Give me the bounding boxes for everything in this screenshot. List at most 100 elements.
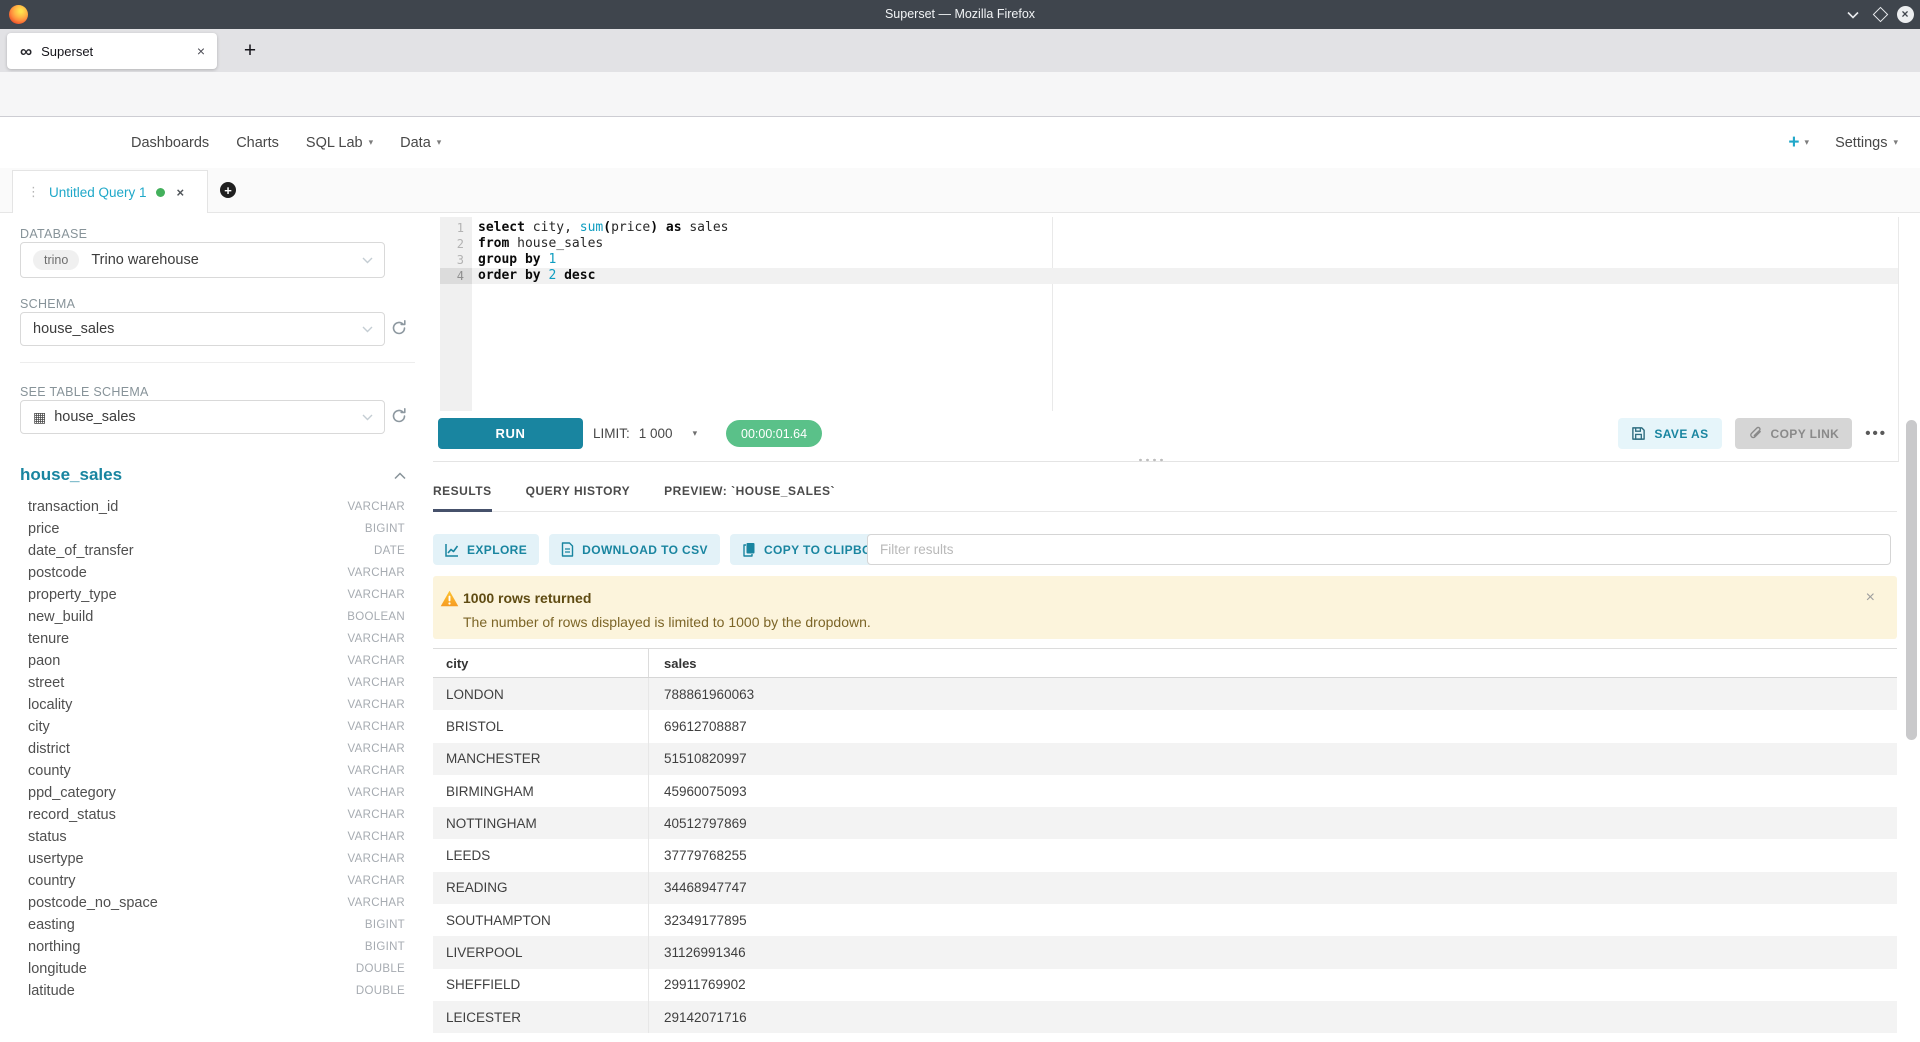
- query-tab-close-icon[interactable]: ×: [177, 185, 185, 200]
- column-header-city[interactable]: city: [433, 656, 648, 671]
- tab-query-history[interactable]: QUERY HISTORY: [526, 462, 631, 512]
- schema-column-row[interactable]: longitudeDOUBLE: [20, 958, 405, 980]
- page-scrollbar[interactable]: [1906, 420, 1917, 1035]
- tab-close-icon[interactable]: ×: [197, 43, 205, 59]
- schema-select[interactable]: house_sales: [20, 312, 385, 346]
- editor-line[interactable]: 4order by 2 desc: [440, 268, 1898, 284]
- copy-link-button[interactable]: COPY LINK: [1735, 418, 1853, 449]
- limit-dropdown[interactable]: LIMIT: 1 000 ▾: [593, 418, 697, 449]
- browser-tabbar: ∞ Superset × +: [0, 29, 1920, 72]
- schema-column-row[interactable]: countyVARCHAR: [20, 760, 405, 782]
- editor-lines: 1select city, sum(price) as sales2from h…: [440, 220, 1898, 284]
- run-button[interactable]: RUN: [438, 418, 583, 449]
- schema-column-row[interactable]: priceBIGINT: [20, 518, 405, 540]
- more-options-button[interactable]: •••: [1865, 425, 1887, 442]
- window-titlebar: Superset — Mozilla Firefox ×: [0, 0, 1920, 29]
- cell-sales: 29142071716: [648, 1001, 1897, 1033]
- column-type: VARCHAR: [348, 831, 405, 843]
- schema-column-row[interactable]: ppd_categoryVARCHAR: [20, 782, 405, 804]
- chevron-down-icon: [1847, 11, 1859, 19]
- table-schema-heading[interactable]: house_sales: [20, 465, 122, 485]
- schema-column-row[interactable]: districtVARCHAR: [20, 738, 405, 760]
- schema-column-row[interactable]: paonVARCHAR: [20, 650, 405, 672]
- new-tab-button[interactable]: +: [236, 37, 264, 65]
- schema-column-row[interactable]: postcodeVARCHAR: [20, 562, 405, 584]
- sql-editor[interactable]: 1select city, sum(price) as sales2from h…: [433, 217, 1899, 411]
- query-tab-title[interactable]: Untitled Query 1: [49, 185, 147, 200]
- window-close-button[interactable]: ×: [1893, 0, 1917, 29]
- schema-column-row[interactable]: latitudeDOUBLE: [20, 980, 405, 1002]
- column-name: easting: [28, 917, 75, 933]
- superset-navbar: Superset Dashboards Charts SQL Lab▾ Data…: [0, 117, 1920, 168]
- column-name: date_of_transfer: [28, 543, 134, 559]
- add-query-tab-button[interactable]: +: [220, 182, 236, 198]
- menu-dashboards[interactable]: Dashboards: [131, 135, 209, 151]
- schema-column-row[interactable]: property_typeVARCHAR: [20, 584, 405, 606]
- save-as-button[interactable]: SAVE AS: [1618, 418, 1721, 449]
- drag-handle-icon[interactable]: ⋮: [27, 184, 39, 200]
- cell-sales: 69612708887: [648, 710, 1897, 742]
- cell-city: BRISTOL: [433, 719, 648, 734]
- new-item-button[interactable]: +▾: [1788, 132, 1809, 154]
- column-type: DATE: [374, 545, 405, 557]
- menu-charts[interactable]: Charts: [236, 135, 279, 151]
- schema-column-row[interactable]: streetVARCHAR: [20, 672, 405, 694]
- table-select[interactable]: ▦ house_sales: [20, 400, 385, 434]
- limit-value: 1 000: [639, 426, 673, 441]
- schema-column-row[interactable]: localityVARCHAR: [20, 694, 405, 716]
- window-maximize-button[interactable]: [1868, 0, 1892, 29]
- result-row: LONDON788861960063: [433, 678, 1897, 710]
- schema-column-row[interactable]: tenureVARCHAR: [20, 628, 405, 650]
- column-name: district: [28, 741, 70, 757]
- window-minimize-button[interactable]: [1841, 0, 1865, 29]
- column-name: locality: [28, 697, 72, 713]
- cell-city: LIVERPOOL: [433, 945, 648, 960]
- schema-column-row[interactable]: transaction_idVARCHAR: [20, 496, 405, 518]
- collapse-table-button[interactable]: [394, 472, 406, 480]
- warning-close-icon[interactable]: ×: [1866, 590, 1875, 606]
- editor-toolbar: RUN LIMIT: 1 000 ▾ 00:00:01.64 SAVE AS C…: [433, 411, 1899, 462]
- menu-data[interactable]: Data▾: [400, 135, 441, 151]
- schema-column-row[interactable]: usertypeVARCHAR: [20, 848, 405, 870]
- schema-column-row[interactable]: statusVARCHAR: [20, 826, 405, 848]
- schema-column-row[interactable]: cityVARCHAR: [20, 716, 405, 738]
- refresh-tables-button[interactable]: [390, 407, 408, 425]
- query-tab-active[interactable]: ⋮ Untitled Query 1 ×: [12, 170, 208, 213]
- schema-column-row[interactable]: date_of_transfer DATE: [20, 540, 405, 562]
- editor-line[interactable]: 2from house_sales: [440, 236, 1898, 252]
- schema-column-row[interactable]: new_buildBOOLEAN: [20, 606, 405, 628]
- column-name: ppd_category: [28, 785, 116, 801]
- tab-results[interactable]: RESULTS: [433, 462, 492, 512]
- schema-column-row[interactable]: northingBIGINT: [20, 936, 405, 958]
- column-type: VARCHAR: [348, 897, 405, 909]
- caret-down-icon: ▾: [693, 428, 698, 439]
- column-name: city: [28, 719, 50, 735]
- results-table: city sales LONDON788861960063 BRISTOL6961…: [433, 648, 1897, 1042]
- schema-column-row[interactable]: countryVARCHAR: [20, 870, 405, 892]
- download-csv-button[interactable]: DOWNLOAD TO CSV: [549, 534, 720, 565]
- column-name: country: [28, 873, 76, 889]
- menu-sql-lab[interactable]: SQL Lab▾: [306, 135, 373, 151]
- sidebar: DATABASE trino Trino warehouse SCHEMA ho…: [0, 213, 433, 1042]
- editor-line[interactable]: 1select city, sum(price) as sales: [440, 220, 1898, 236]
- tab-preview-house-sales[interactable]: PREVIEW: `HOUSE_SALES`: [664, 462, 835, 512]
- scrollbar-thumb[interactable]: [1906, 420, 1917, 740]
- schema-column-row[interactable]: record_statusVARCHAR: [20, 804, 405, 826]
- paperclip-icon: [1748, 426, 1763, 441]
- schema-column-row[interactable]: postcode_no_spaceVARCHAR: [20, 892, 405, 914]
- schema-value: house_sales: [33, 321, 114, 337]
- column-name: street: [28, 675, 64, 691]
- result-row: SHEFFIELD29911769902: [433, 969, 1897, 1001]
- editor-line[interactable]: 3group by 1: [440, 252, 1898, 268]
- settings-menu[interactable]: Settings▾: [1835, 135, 1898, 151]
- schema-column-row[interactable]: eastingBIGINT: [20, 914, 405, 936]
- browser-tab[interactable]: ∞ Superset ×: [7, 33, 217, 69]
- cell-city: SOUTHAMPTON: [433, 913, 648, 928]
- explore-button[interactable]: EXPLORE: [433, 534, 539, 565]
- database-select[interactable]: trino Trino warehouse: [20, 242, 385, 278]
- refresh-schemas-button[interactable]: [390, 319, 408, 337]
- result-row: READING34468947747: [433, 872, 1897, 904]
- code-text: group by 1: [472, 252, 1898, 268]
- filter-results-input[interactable]: [867, 534, 1891, 565]
- column-header-sales[interactable]: sales: [648, 649, 1897, 677]
